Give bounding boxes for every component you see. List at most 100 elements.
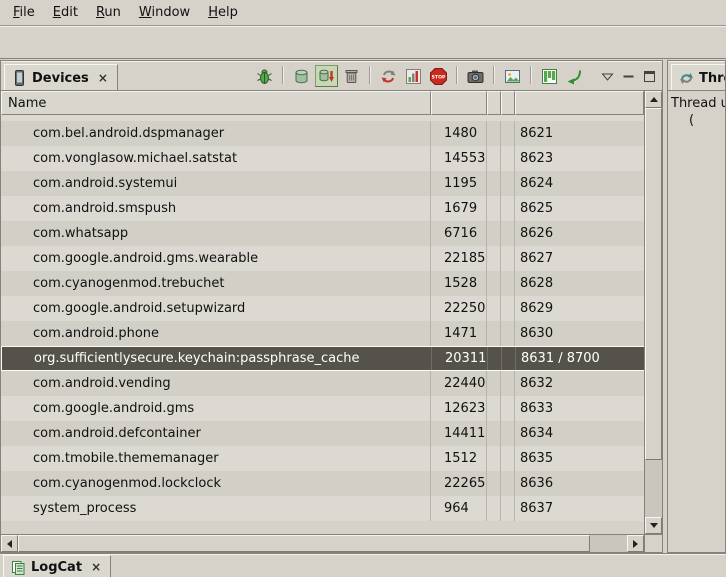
scroll-down-button[interactable] bbox=[645, 517, 662, 534]
process-port: 8628 bbox=[515, 271, 644, 296]
horizontal-scrollbar[interactable] bbox=[1, 535, 644, 552]
table-row[interactable]: com.android.systemui 1195 8624 bbox=[1, 171, 644, 196]
table-row[interactable]: com.tmobile.thememanager 1512 8635 bbox=[1, 446, 644, 471]
horizontal-scroll-track[interactable] bbox=[18, 535, 627, 552]
toolbar-separator bbox=[493, 66, 495, 84]
table-row[interactable]: com.google.android.gms 12623 8633 bbox=[1, 396, 644, 421]
tab-logcat[interactable]: LogCat × bbox=[3, 555, 111, 577]
minimize-icon bbox=[622, 70, 635, 83]
minimize-view-button[interactable] bbox=[619, 67, 637, 85]
stop-process-button[interactable]: STOP bbox=[427, 65, 450, 87]
process-port: 8623 bbox=[515, 146, 644, 171]
process-pid: 1195 bbox=[431, 171, 487, 196]
close-icon[interactable]: × bbox=[96, 71, 110, 85]
view-menu-icon bbox=[601, 70, 614, 83]
table-row[interactable]: com.google.android.gms.wearable 22185 86… bbox=[1, 246, 644, 271]
table-row[interactable]: com.whatsapp 6716 8626 bbox=[1, 221, 644, 246]
process-pid: 22185 bbox=[431, 246, 487, 271]
scroll-up-button[interactable] bbox=[645, 91, 662, 108]
capture-report-button[interactable] bbox=[501, 65, 524, 87]
vertical-scroll-track[interactable] bbox=[645, 108, 662, 517]
logcat-icon bbox=[11, 560, 26, 575]
process-name: com.google.android.setupwizard bbox=[1, 296, 431, 321]
bottom-tabbar: LogCat × bbox=[0, 553, 726, 577]
table-row[interactable]: com.android.vending 22440 8632 bbox=[1, 371, 644, 396]
menu-help[interactable]: Help bbox=[199, 2, 247, 23]
horizontal-scroll-thumb[interactable] bbox=[18, 535, 590, 552]
process-port: 8626 bbox=[515, 221, 644, 246]
column-header-empty[interactable] bbox=[487, 91, 501, 115]
process-pid: 12623 bbox=[431, 396, 487, 421]
column-header-empty[interactable] bbox=[501, 91, 515, 115]
table-row[interactable]: com.cyanogenmod.trebuchet 1528 8628 bbox=[1, 271, 644, 296]
process-port: 8627 bbox=[515, 246, 644, 271]
empty-cell bbox=[488, 347, 502, 370]
table-row[interactable]: com.bel.android.dspmanager 1480 8621 bbox=[1, 121, 644, 146]
menu-window[interactable]: Window bbox=[130, 2, 199, 23]
process-table-main: Name com.bel.android.dspmanager 1480 bbox=[1, 91, 644, 534]
menu-file[interactable]: File bbox=[4, 2, 44, 23]
dump-hprof-button[interactable] bbox=[315, 65, 338, 87]
table-row[interactable]: system_process 964 8637 bbox=[1, 496, 644, 521]
threads-icon bbox=[679, 71, 694, 86]
arrow-left-icon bbox=[7, 540, 12, 548]
pixel-perfect-button[interactable] bbox=[563, 65, 586, 87]
scroll-right-button[interactable] bbox=[627, 535, 644, 552]
empty-cell bbox=[487, 196, 501, 221]
devices-tabbar: Devices × bbox=[1, 61, 662, 91]
close-icon[interactable]: × bbox=[89, 560, 103, 574]
vertical-scroll-thumb[interactable] bbox=[645, 108, 662, 460]
threads-panel: Threads × Thread up ( bbox=[667, 60, 726, 553]
vertical-scrollbar[interactable] bbox=[644, 91, 662, 534]
process-pid: 1679 bbox=[431, 196, 487, 221]
heap-cylinder-icon bbox=[293, 68, 310, 85]
view-menu-button[interactable] bbox=[598, 67, 616, 85]
screen-capture-button[interactable] bbox=[464, 65, 487, 87]
threads-tabbar: Threads × bbox=[668, 61, 725, 91]
tab-threads-label: Threads bbox=[699, 71, 725, 86]
green-columns-icon bbox=[541, 68, 558, 85]
camera-icon bbox=[467, 68, 484, 85]
table-row[interactable]: com.android.phone 1471 8630 bbox=[1, 321, 644, 346]
debug-bug-icon bbox=[256, 68, 273, 85]
table-row[interactable]: com.android.defcontainer 14411 8634 bbox=[1, 421, 644, 446]
tab-devices[interactable]: Devices × bbox=[4, 64, 118, 91]
empty-cell bbox=[487, 496, 501, 521]
column-header-port[interactable] bbox=[515, 91, 644, 115]
empty-cell bbox=[487, 296, 501, 321]
update-heap-button[interactable] bbox=[290, 65, 313, 87]
maximize-icon bbox=[643, 70, 656, 83]
process-port: 8636 bbox=[515, 471, 644, 496]
process-name: com.cyanogenmod.lockclock bbox=[1, 471, 431, 496]
update-threads-button[interactable] bbox=[377, 65, 400, 87]
column-header-pid[interactable] bbox=[431, 91, 487, 115]
process-pid: 22440 bbox=[431, 371, 487, 396]
toolbar-separator bbox=[369, 66, 371, 84]
table-row[interactable]: com.vonglasow.michael.satstat 14553 8623 bbox=[1, 146, 644, 171]
debug-process-button[interactable] bbox=[253, 65, 276, 87]
maximize-view-button[interactable] bbox=[640, 67, 658, 85]
column-header-name[interactable]: Name bbox=[1, 91, 431, 115]
table-row[interactable]: com.google.android.setupwizard 22250 862… bbox=[1, 296, 644, 321]
cause-gc-button[interactable] bbox=[340, 65, 363, 87]
table-row[interactable]: org.sufficientlysecure.keychain:passphra… bbox=[1, 346, 644, 371]
method-profiling-button[interactable] bbox=[402, 65, 425, 87]
menu-run[interactable]: Run bbox=[87, 2, 130, 23]
process-pid: 20311 bbox=[432, 347, 488, 370]
main-toolbar-strip bbox=[0, 26, 726, 59]
scroll-left-button[interactable] bbox=[1, 535, 18, 552]
empty-cell bbox=[487, 171, 501, 196]
table-row[interactable]: com.cyanogenmod.lockclock 22265 8636 bbox=[1, 471, 644, 496]
process-pid: 6716 bbox=[431, 221, 487, 246]
menu-edit[interactable]: Edit bbox=[44, 2, 87, 23]
empty-cell bbox=[501, 446, 515, 471]
empty-cell bbox=[487, 446, 501, 471]
table-rows-viewport: com.bel.android.dspmanager 1480 8621 com… bbox=[1, 115, 644, 534]
empty-cell bbox=[501, 396, 515, 421]
table-row[interactable]: com.android.smspush 1679 8625 bbox=[1, 196, 644, 221]
view-window-controls bbox=[598, 67, 658, 85]
toolbar-separator bbox=[530, 66, 532, 84]
hierarchy-view-button[interactable] bbox=[538, 65, 561, 87]
tab-threads[interactable]: Threads × bbox=[671, 64, 725, 91]
process-port: 8633 bbox=[515, 396, 644, 421]
